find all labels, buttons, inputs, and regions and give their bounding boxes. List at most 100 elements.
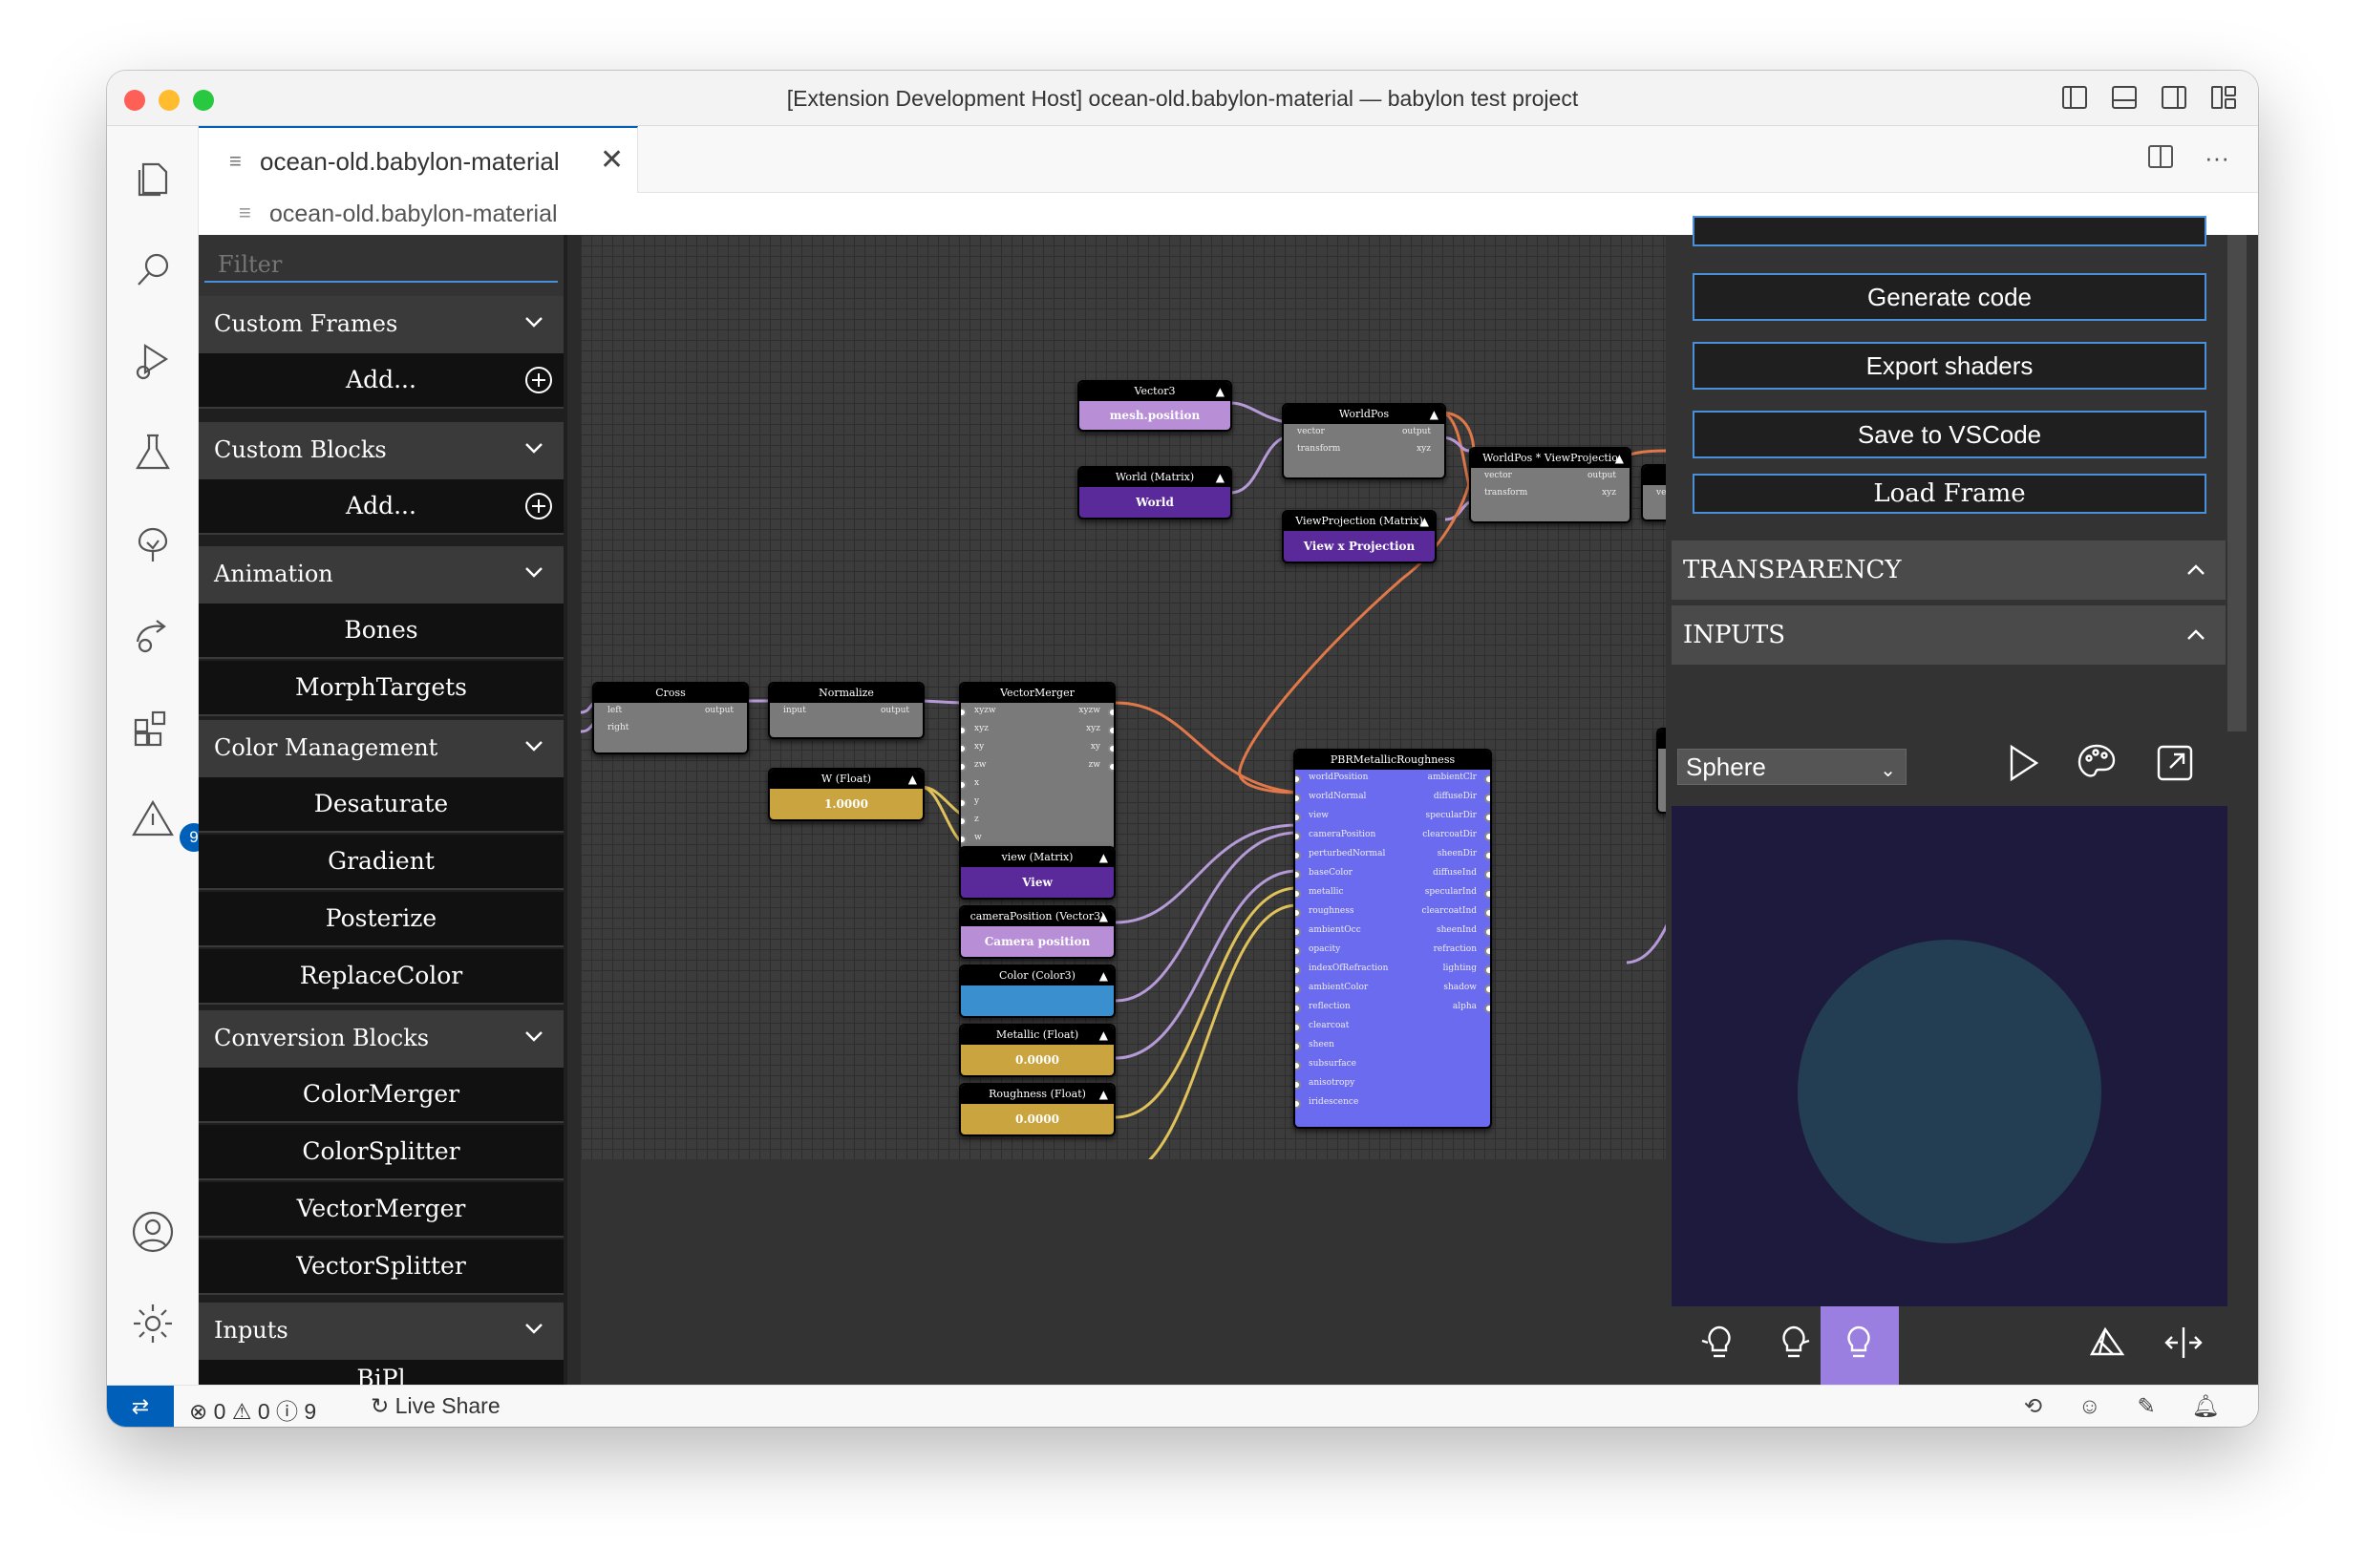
play-icon[interactable] [2000,741,2044,785]
plus-circle-icon[interactable] [523,365,554,395]
output-port[interactable] [1484,813,1490,822]
plus-circle-icon[interactable] [523,491,554,521]
node-color3[interactable]: Color (Color3) ▲ [959,964,1116,1018]
section-transparency[interactable]: TRANSPARENCY [1672,540,2226,600]
palette-item[interactable]: Posterize [199,892,564,947]
input-port[interactable] [961,725,967,735]
hemispheric-light-icon[interactable] [1698,1322,1744,1367]
node-normalize[interactable]: Normalize input output [768,682,925,739]
collapse-triangle-icon[interactable]: ▲ [1099,966,1108,985]
directional-light-icon[interactable] [1773,1322,1819,1367]
add-custom-block-button[interactable]: Add... [199,479,564,535]
output-port[interactable] [1484,851,1490,860]
palette-item[interactable]: MorphTargets [199,661,564,716]
node-worldpos-viewprojection[interactable]: WorldPos * ViewProjectio ▲ vector output t… [1469,447,1631,523]
material-preview[interactable] [1672,806,2227,1379]
input-port[interactable] [1295,908,1301,918]
problems-warning-icon[interactable]: 9 [130,796,208,852]
output-port[interactable] [1484,985,1490,994]
collapse-triangle-icon[interactable]: ▲ [1099,907,1108,926]
generate-code-button[interactable]: Generate code [1693,273,2206,321]
palette-item[interactable]: BiPl [199,1360,564,1385]
node-w-float[interactable]: W (Float) ▲ 1.0000 [768,768,925,821]
search-icon[interactable] [130,246,176,292]
palette-item[interactable]: VectorSplitter [199,1240,564,1295]
category-custom-blocks[interactable]: Custom Blocks [199,422,564,479]
add-custom-frame-button[interactable]: Add... [199,353,564,409]
output-port[interactable] [1484,832,1490,841]
node-view-matrix[interactable]: view (Matrix) ▲ View [959,846,1116,900]
preview-mesh-select[interactable]: Sphere ⌄ [1677,749,1907,785]
node-metallic[interactable]: Metallic (Float) ▲ 0.0000 [959,1024,1116,1077]
collapse-triangle-icon[interactable]: ▲ [908,770,917,789]
output-port[interactable] [1484,794,1490,803]
palette-item[interactable]: ColorMerger [199,1068,564,1123]
graph-grid[interactable]: Vector3 ▲ mesh.position World (Matrix) ▲ W… [581,235,1685,1159]
graph-canvas[interactable]: Vector3 ▲ mesh.position World (Matrix) ▲ W… [581,235,1685,1385]
live-share-status[interactable]: ↻ Live Share [371,1393,501,1419]
toggle-panel-icon[interactable] [2111,84,2138,111]
node-cross[interactable]: Cross left output right [592,682,749,754]
collapse-triangle-icon[interactable]: ▲ [1099,1026,1108,1045]
output-port[interactable] [1484,774,1490,784]
input-port[interactable] [1295,927,1301,937]
notifications-bell-icon[interactable]: 🔔︎ [2192,1393,2220,1419]
category-animation[interactable]: Animation [199,546,564,604]
run-and-debug-icon[interactable] [130,338,176,384]
problems-status[interactable]: ⊗ 0 ⚠ 0 ⓘ 9 [189,1393,316,1426]
output-port[interactable] [1108,725,1114,735]
input-port[interactable] [961,779,967,790]
output-port[interactable] [1484,965,1490,975]
settings-gear-icon[interactable] [130,1301,176,1346]
node-vector3[interactable]: Vector3 ▲ mesh.position [1077,380,1232,432]
category-color-management[interactable]: Color Management [199,720,564,777]
input-port[interactable] [1295,889,1301,899]
toggle-primary-sidebar-icon[interactable] [2061,84,2088,111]
input-port[interactable] [1295,851,1301,860]
output-port[interactable] [1108,761,1114,772]
load-frame-button[interactable]: Load Frame [1693,474,2206,514]
collapse-triangle-icon[interactable]: ▲ [1420,512,1429,531]
input-port[interactable] [1295,1099,1301,1109]
input-port[interactable] [1295,1080,1301,1090]
copilot-icon[interactable]: ☺ [2078,1393,2100,1419]
open-preview-window-icon[interactable] [2153,741,2197,785]
more-actions-icon[interactable]: ··· [2205,143,2229,173]
wireframe-icon[interactable] [2086,1322,2132,1367]
output-port[interactable] [1484,889,1490,899]
output-port[interactable] [1484,870,1490,879]
collapse-triangle-icon[interactable]: ▲ [1430,405,1438,424]
category-inputs[interactable]: Inputs [199,1303,564,1360]
input-port[interactable] [961,797,967,808]
resize-handle-icon[interactable] [2163,1322,2208,1367]
explorer-icon[interactable] [130,155,176,201]
output-port[interactable] [1484,946,1490,956]
testing-icon[interactable] [130,430,176,476]
palette-item[interactable]: ColorSplitter [199,1125,564,1180]
output-port[interactable] [1484,1004,1490,1013]
save-to-vscode-button[interactable]: Save to VSCode [1693,411,2206,458]
panel-scrollbar[interactable] [2227,235,2247,731]
palette-item[interactable]: Bones [199,604,564,659]
close-tab-icon[interactable]: ✕ [600,143,624,177]
filter-input[interactable] [204,248,558,283]
history-icon[interactable]: ⟲ [2024,1393,2042,1419]
input-port[interactable] [1295,965,1301,975]
input-port[interactable] [1295,1023,1301,1032]
node-worldpos[interactable]: WorldPos ▲ vector output transform xyz [1282,403,1446,479]
output-port[interactable] [1484,908,1490,918]
input-port[interactable] [961,816,967,826]
accounts-icon[interactable] [130,1209,176,1255]
extensions-icon[interactable] [130,705,176,751]
output-port[interactable] [1484,927,1490,937]
node-world-matrix[interactable]: World (Matrix) ▲ World [1077,466,1232,519]
input-port[interactable] [1295,1042,1301,1051]
input-port[interactable] [1295,774,1301,784]
live-share-icon[interactable] [130,613,176,659]
output-port[interactable] [1108,707,1114,717]
collapse-triangle-icon[interactable]: ▲ [1216,468,1225,487]
node-camera-position[interactable]: cameraPosition (Vector3) ▲ Camera positio… [959,905,1116,959]
input-port[interactable] [1295,870,1301,879]
toggle-secondary-sidebar-icon[interactable] [2161,84,2187,111]
input-port[interactable] [1295,794,1301,803]
